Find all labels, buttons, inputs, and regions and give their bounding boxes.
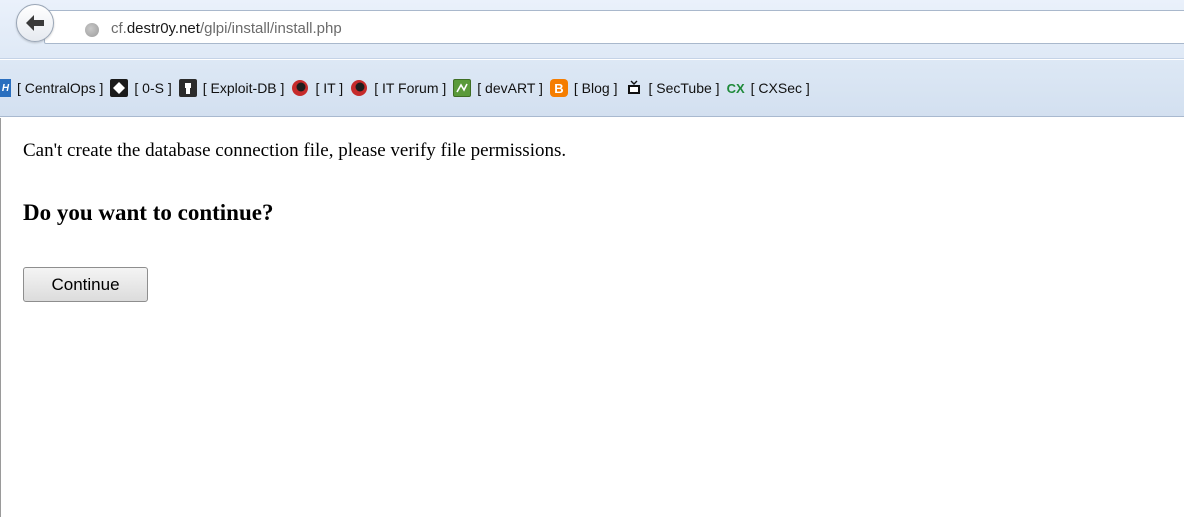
url-host: destr0y.net: [126, 20, 200, 37]
cx-icon: CX: [726, 80, 745, 96]
bookmark-0-s[interactable]: [ 0-S ]: [110, 79, 172, 97]
continue-question: Do you want to continue?: [23, 200, 274, 225]
page-content: Can't create the database connection fil…: [0, 118, 1184, 517]
bookmark-label: [ CentralOps ]: [17, 80, 104, 96]
bookmark-label: [ Exploit-DB ]: [202, 80, 285, 96]
bookmark-cxsec[interactable]: CX [ CXSec ]: [727, 79, 810, 97]
bookmark-label: [ IT Forum ]: [374, 80, 447, 96]
bookmark-label: [ IT ]: [315, 80, 344, 96]
bookmark-centralops[interactable]: H [ CentralOps ]: [0, 79, 103, 97]
diamond-icon: [110, 79, 129, 97]
bookmark-sectube[interactable]: [ SecTube ]: [625, 79, 720, 97]
url-text[interactable]: cf.destr0y.net/glpi/install/install.php: [111, 20, 342, 37]
continue-button[interactable]: Continue: [23, 267, 148, 302]
exploit-db-icon: [178, 79, 197, 97]
bookmark-label: [ SecTube ]: [648, 80, 720, 96]
bookmark-exploit-db[interactable]: [ Exploit-DB ]: [178, 79, 285, 97]
bookmark-label: [ CXSec ]: [750, 80, 810, 96]
bookmark-label: [ devART ]: [477, 80, 543, 96]
globe-icon: [85, 23, 99, 37]
swirl-icon: [350, 79, 368, 97]
url-path: /glpi/install/install.php: [199, 20, 342, 37]
address-bar[interactable]: cf.destr0y.net/glpi/install/install.php: [44, 10, 1184, 44]
bookmark-blog[interactable]: B [ Blog ]: [549, 79, 618, 97]
swirl-icon: [291, 79, 309, 97]
back-arrow-icon: [26, 15, 44, 31]
tv-icon: [625, 79, 643, 97]
navigation-bar: cf.destr0y.net/glpi/install/install.php: [0, 0, 1184, 59]
bookmark-it[interactable]: [ IT ]: [291, 79, 343, 97]
bookmark-label: [ 0-S ]: [134, 80, 172, 96]
url-prefix: cf.: [111, 20, 127, 37]
back-button[interactable]: [16, 4, 54, 42]
bookmarks-bar: H [ CentralOps ] [ 0-S ] [ Exploit-DB ] …: [0, 60, 1184, 117]
devart-icon: [453, 79, 472, 97]
bookmark-devart[interactable]: [ devART ]: [453, 79, 543, 97]
bookmark-it-forum[interactable]: [ IT Forum ]: [350, 79, 446, 97]
blogger-icon: B: [549, 79, 568, 97]
bookmark-label: [ Blog ]: [573, 80, 618, 96]
centralops-icon: H: [0, 79, 11, 97]
error-message: Can't create the database connection fil…: [23, 140, 567, 161]
